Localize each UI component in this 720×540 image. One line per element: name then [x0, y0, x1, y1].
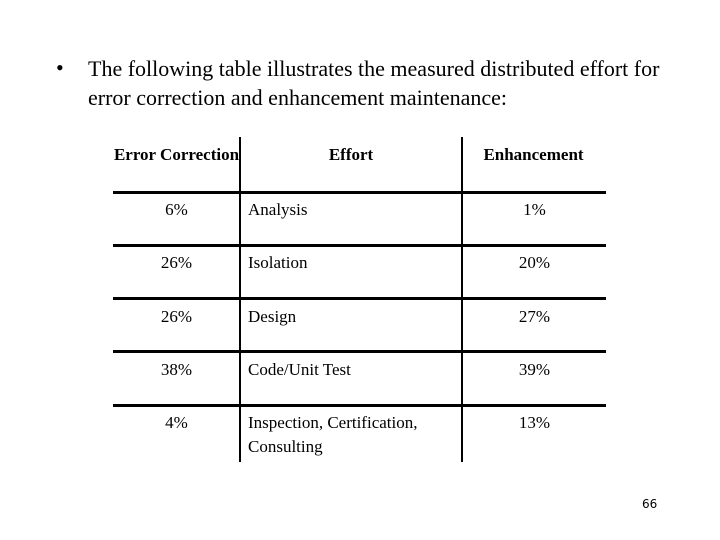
cell-error-correction: 26% [160, 253, 193, 272]
cell-enhancement: 1% [523, 200, 546, 219]
cell-effort: Isolation [248, 253, 308, 272]
cell-error-correction: 38% [160, 360, 193, 379]
row-divider [113, 297, 606, 300]
header-error-correction: Error Correction [113, 145, 240, 164]
cell-effort: Inspection, Certification, Consulting [248, 413, 418, 456]
row-divider [113, 404, 606, 407]
header-effort: Effort [328, 145, 374, 164]
cell-error-correction: 26% [160, 307, 193, 326]
cell-enhancement: 39% [518, 360, 551, 379]
page-number: 66 [642, 497, 658, 511]
cell-error-correction: 4% [165, 413, 188, 432]
row-divider [113, 244, 606, 247]
cell-enhancement: 20% [518, 253, 551, 272]
header-enhancement: Enhancement [483, 145, 584, 164]
cell-enhancement: 13% [518, 413, 551, 432]
cell-error-correction: 6% [165, 200, 188, 219]
cell-enhancement: 27% [518, 307, 551, 326]
row-divider [113, 350, 606, 353]
cell-effort: Analysis [248, 200, 308, 219]
effort-table: Error Correction Effort Enhancement 6% A… [0, 0, 720, 540]
cell-effort: Code/Unit Test [248, 360, 351, 379]
header-divider [113, 191, 606, 194]
cell-effort: Design [248, 307, 297, 326]
